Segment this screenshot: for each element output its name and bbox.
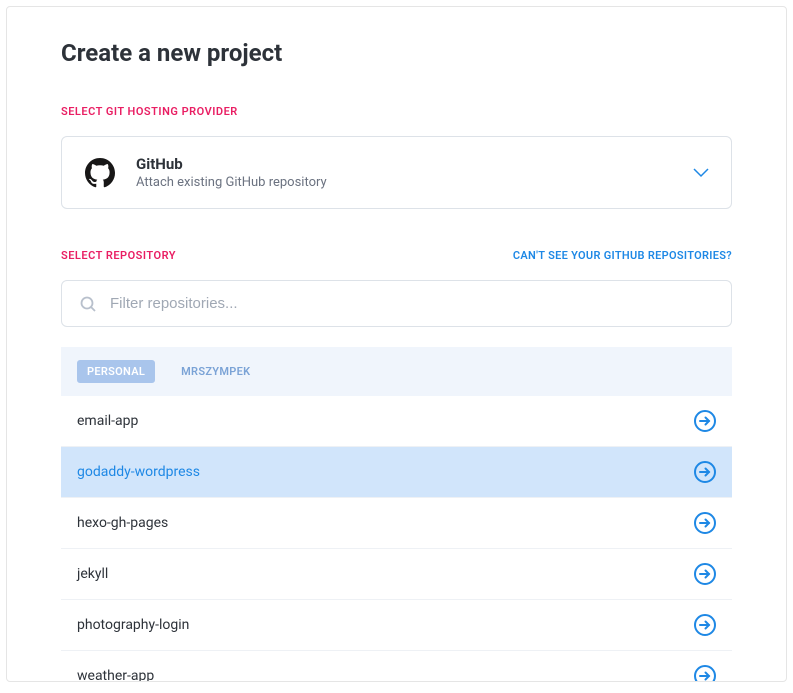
- search-box[interactable]: [61, 280, 732, 327]
- tabs-row: PERSONAL MRSZYMPEK: [61, 347, 732, 396]
- repo-name: weather-app: [77, 668, 154, 682]
- repo-item[interactable]: godaddy-wordpress: [61, 447, 732, 498]
- repo-item[interactable]: hexo-gh-pages: [61, 498, 732, 549]
- provider-section-label: SELECT GIT HOSTING PROVIDER: [61, 105, 732, 118]
- tab-personal[interactable]: PERSONAL: [77, 360, 155, 383]
- github-icon: [84, 157, 116, 189]
- provider-description: Attach existing GitHub repository: [136, 175, 693, 190]
- repo-list: email-app godaddy-wordpress hexo-gh-page…: [61, 396, 732, 682]
- repo-name: photography-login: [77, 617, 189, 633]
- provider-dropdown[interactable]: GitHub Attach existing GitHub repository: [61, 136, 732, 209]
- repo-section-label: SELECT REPOSITORY: [61, 249, 176, 262]
- repo-name: jekyll: [77, 566, 108, 582]
- page-title: Create a new project: [61, 39, 732, 67]
- arrow-right-icon: [694, 563, 716, 585]
- arrow-right-icon: [694, 614, 716, 636]
- repo-name: email-app: [77, 413, 138, 429]
- repo-name: hexo-gh-pages: [77, 515, 168, 531]
- repo-item[interactable]: email-app: [61, 396, 732, 447]
- chevron-down-icon: [693, 163, 709, 182]
- arrow-right-icon: [694, 461, 716, 483]
- repo-item[interactable]: jekyll: [61, 549, 732, 600]
- provider-name: GitHub: [136, 155, 693, 173]
- search-icon: [80, 296, 96, 312]
- repo-name: godaddy-wordpress: [77, 464, 200, 480]
- help-link[interactable]: CAN'T SEE YOUR GITHUB REPOSITORIES?: [513, 249, 732, 262]
- search-input[interactable]: [110, 295, 713, 312]
- arrow-right-icon: [694, 410, 716, 432]
- arrow-right-icon: [694, 512, 716, 534]
- tab-user[interactable]: MRSZYMPEK: [171, 360, 260, 383]
- repo-item[interactable]: weather-app: [61, 651, 732, 682]
- repo-item[interactable]: photography-login: [61, 600, 732, 651]
- arrow-right-icon: [694, 665, 716, 682]
